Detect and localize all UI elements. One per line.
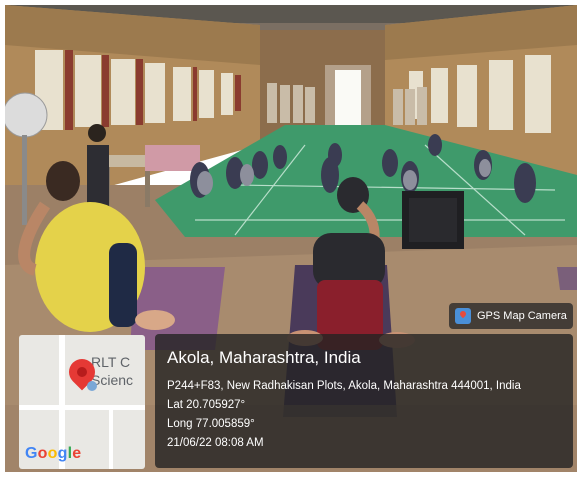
map-thumbnail: RLT C Scienc Google xyxy=(19,335,145,469)
google-logo: Google xyxy=(25,445,82,462)
location-longitude: Long 77.005859° xyxy=(167,418,255,430)
location-latitude: Lat 20.705927° xyxy=(167,399,246,411)
map-poi-icon xyxy=(87,381,97,391)
location-datetime: 21/06/22 08:08 AM xyxy=(167,437,264,449)
location-title: Akola, Maharashtra, India xyxy=(167,348,361,367)
map-road xyxy=(19,405,145,410)
gps-badge-label: GPS Map Camera xyxy=(477,310,567,322)
map-place-label: RLT C Scienc xyxy=(91,354,134,388)
location-address: P244+F83, New Radhakisan Plots, Akola, M… xyxy=(167,380,521,392)
photo-frame: GPS Map Camera RLT C Scienc Google Akola… xyxy=(5,5,577,472)
gps-map-camera-badge: GPS Map Camera xyxy=(449,303,573,329)
map-road xyxy=(109,405,113,469)
location-info-panel: Akola, Maharashtra, India P244+F83, New … xyxy=(155,334,573,468)
gps-map-camera-logo-icon xyxy=(455,308,471,324)
